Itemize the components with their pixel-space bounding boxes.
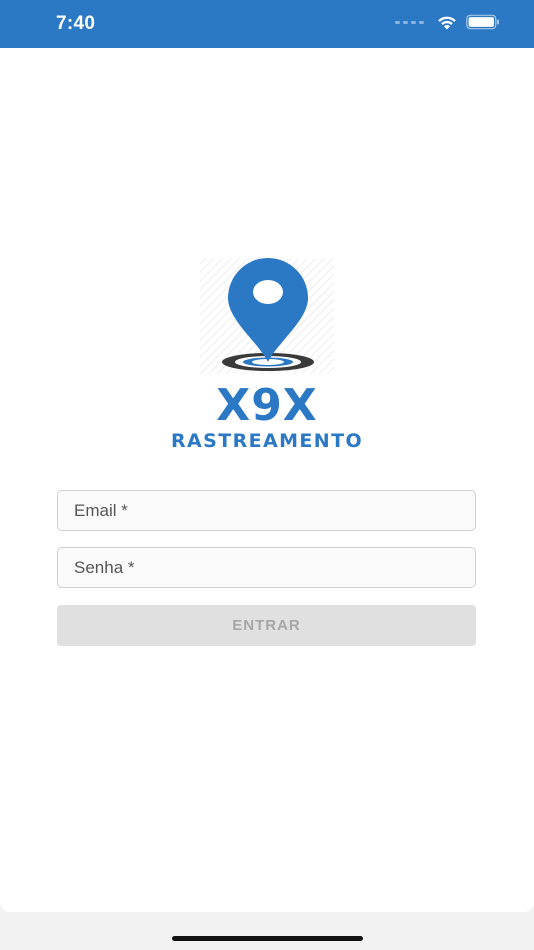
status-icons: [395, 14, 500, 30]
home-indicator: [172, 936, 363, 941]
signal-icon: [395, 20, 424, 24]
login-screen: 7:40 X9X RASTREAMENTO Email * ENTRAR: [0, 0, 534, 950]
logo-title: X9X: [216, 380, 318, 431]
logo-subtitle: RASTREAMENTO: [171, 430, 363, 452]
login-button[interactable]: ENTRAR: [57, 605, 476, 646]
status-bar: 7:40: [0, 0, 534, 48]
status-time: 7:40: [56, 13, 96, 34]
password-input[interactable]: [58, 548, 475, 587]
wifi-icon: [438, 16, 456, 30]
battery-icon: [466, 14, 499, 30]
email-input[interactable]: [58, 491, 475, 530]
email-field[interactable]: [57, 490, 476, 531]
app-logo: X9X RASTREAMENTO: [150, 254, 384, 454]
map-pin-icon: [200, 258, 334, 374]
content-area: X9X RASTREAMENTO ENTRAR: [0, 48, 534, 912]
password-field[interactable]: [57, 547, 476, 588]
